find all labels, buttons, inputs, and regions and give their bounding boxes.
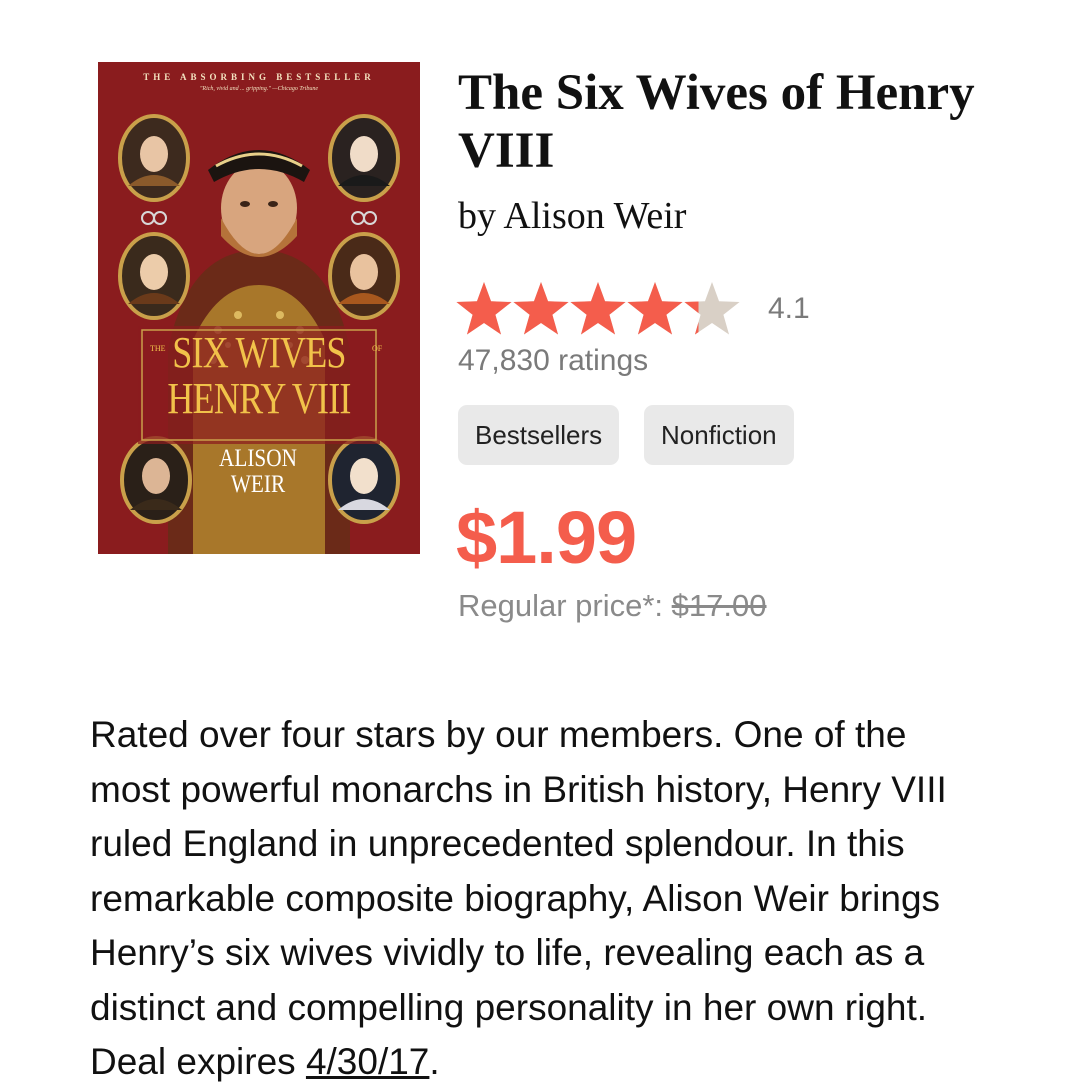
cover-quote: "Rich, vivid and ... gripping." —Chicago… xyxy=(199,86,319,92)
cover-tagline: THE ABSORBING BESTSELLER xyxy=(143,72,375,82)
deal-expiry-date[interactable]: 4/30/17 xyxy=(306,1041,429,1082)
regular-price-value: $17.00 xyxy=(671,588,767,623)
star-filled-icon xyxy=(627,282,683,335)
cover-title-of: OF xyxy=(372,344,383,353)
book-title[interactable]: The Six Wives of Henry VIII xyxy=(458,64,1038,180)
cover-title: SIX WIVES HENRY VIII xyxy=(166,330,351,422)
cover-author: ALISON WEIR xyxy=(216,446,301,498)
regular-price: Regular price*: $17.00 xyxy=(458,588,767,624)
tag-bestsellers[interactable]: Bestsellers xyxy=(458,405,620,465)
description-end: . xyxy=(429,1041,440,1082)
rating-stars xyxy=(456,282,740,335)
book-cover[interactable]: THE ABSORBING BESTSELLER "Rich, vivid an… xyxy=(98,62,420,554)
cover-author-line-1: ALISON xyxy=(219,445,297,472)
book-description: Rated over four stars by our members. On… xyxy=(90,708,990,1090)
book-author[interactable]: by Alison Weir xyxy=(458,192,686,240)
regular-price-label: Regular price*: xyxy=(458,588,664,623)
description-text: Rated over four stars by our members. On… xyxy=(90,714,947,1082)
star-filled-icon xyxy=(456,282,512,335)
cover-author-line-2: WEIR xyxy=(230,471,286,498)
tag-nonfiction[interactable]: Nonfiction xyxy=(644,405,794,465)
star-filled-icon xyxy=(570,282,626,335)
rating-count[interactable]: 47,830 ratings xyxy=(458,344,648,378)
cover-title-line-1: SIX WIVES xyxy=(172,328,346,377)
cover-title-the: THE xyxy=(150,344,166,353)
rating-value: 4.1 xyxy=(768,292,810,325)
sale-price: $1.99 xyxy=(456,496,637,579)
cover-title-line-2: HENRY VIII xyxy=(167,374,351,423)
star-filled-icon xyxy=(513,282,569,335)
